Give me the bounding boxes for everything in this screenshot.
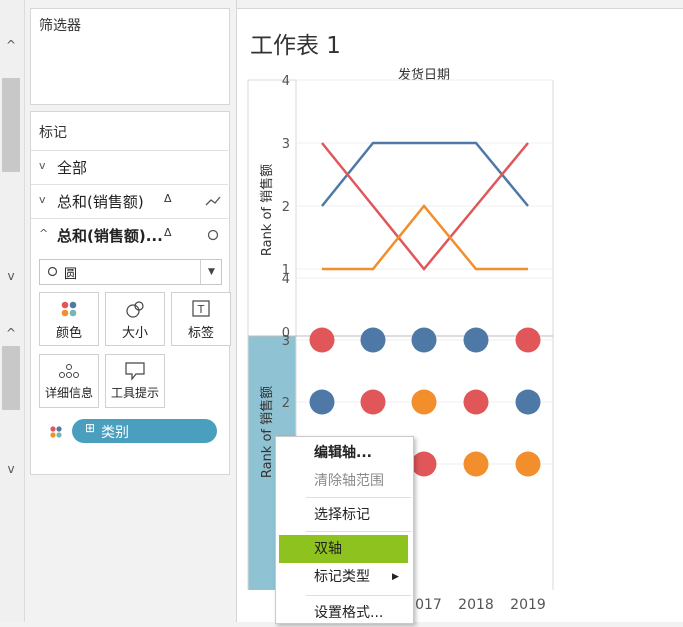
scroll-up-icon[interactable]: ^: [3, 37, 19, 53]
marks-title: 标记: [39, 125, 67, 141]
svg-text:T: T: [197, 303, 205, 316]
y-tick-top: 4: [282, 74, 290, 89]
sheet-title: 工作表 1: [250, 33, 341, 59]
scroll-thumb[interactable]: [2, 346, 20, 410]
scatter-point-blue[interactable]: [515, 389, 541, 415]
marks-row-label: 总和(销售额)...: [57, 227, 163, 245]
chevron-down-icon: v: [39, 193, 46, 206]
menu-separator: [306, 497, 411, 498]
top-strip: [237, 0, 683, 9]
tooltip-button[interactable]: 工具提示: [105, 354, 165, 408]
marks-sum-circle-row[interactable]: ^ 总和(销售额)... Δ: [31, 218, 228, 251]
label-button[interactable]: T 标签: [171, 292, 231, 346]
marks-row-label: 总和(销售额): [57, 193, 144, 211]
mark-type-label: 圆: [64, 267, 78, 282]
scatter-point-blue[interactable]: [463, 327, 489, 353]
menu-item-clear-axis-range[interactable]: 清除轴范围: [276, 467, 411, 495]
chevron-down-icon: v: [39, 159, 46, 172]
menu-item-select-marks[interactable]: 选择标记: [276, 501, 411, 529]
x-tick-year: 2019: [510, 597, 546, 613]
size-button[interactable]: 大小: [105, 292, 165, 346]
marks-card: 标记 v 全部 v 总和(销售额) Δ ^ 总和(销售额)... Δ 圆 ▼ 颜…: [30, 111, 231, 475]
circle-icon: [47, 266, 58, 277]
scatter-point-orange[interactable]: [411, 389, 437, 415]
scatter-point-blue[interactable]: [411, 327, 437, 353]
menu-separator: [306, 531, 411, 532]
scatter-point-red[interactable]: [309, 327, 335, 353]
plus-box-icon: ⊞: [85, 421, 96, 435]
circle-icon: [207, 229, 219, 241]
dropdown-arrow-icon: ▼: [200, 260, 222, 284]
menu-item-format[interactable]: 设置格式...: [276, 599, 411, 627]
category-pill[interactable]: ⊞ 类别: [72, 419, 217, 443]
filters-shelf[interactable]: 筛选器: [30, 8, 230, 105]
menu-item-edit-axis[interactable]: 编辑轴...: [276, 439, 411, 467]
scatter-point-red[interactable]: [515, 327, 541, 353]
filters-title: 筛选器: [39, 18, 81, 34]
y-tick-top: 2: [282, 200, 290, 215]
y-tick-bottom: 4: [282, 272, 290, 287]
marks-all-row[interactable]: v 全部: [31, 150, 228, 183]
chevron-up-icon: ^: [39, 227, 49, 240]
color-button-label: 颜色: [55, 326, 82, 341]
detail-button[interactable]: 详细信息: [39, 354, 99, 408]
delta-icon: Δ: [164, 192, 172, 205]
column-header: 发货日期: [398, 67, 450, 83]
line-chart-icon: [205, 196, 221, 206]
submenu-arrow-icon: ▶: [392, 572, 399, 582]
tooltip-icon: [125, 362, 145, 381]
scatter-point-red[interactable]: [360, 389, 386, 415]
shelf-area: 筛选器 标记 v 全部 v 总和(销售额) Δ ^ 总和(销售额)... Δ 圆: [25, 0, 235, 622]
y-axis-label-top: Rank of 销售额: [259, 164, 275, 256]
detail-dots-icon: [59, 364, 79, 378]
tooltip-button-label: 工具提示: [110, 386, 159, 400]
scatter-point-orange[interactable]: [515, 451, 541, 477]
color-button[interactable]: 颜色: [39, 292, 99, 346]
marks-row-label: 全部: [57, 159, 88, 177]
label-button-label: 标签: [187, 326, 214, 341]
line-series-blue[interactable]: [321, 141, 529, 207]
category-pill-label: 类别: [101, 425, 129, 441]
scatter-point-blue[interactable]: [309, 389, 335, 415]
color-legend-icon: [50, 426, 62, 438]
menu-item-mark-type[interactable]: 标记类型 ▶: [276, 563, 411, 591]
delta-icon: Δ: [164, 226, 172, 239]
marks-sum-line-row[interactable]: v 总和(销售额) Δ: [31, 184, 228, 217]
scroll-up-icon[interactable]: ^: [3, 325, 19, 341]
x-tick-year: 2018: [458, 597, 494, 613]
scatter-point-blue[interactable]: [360, 327, 386, 353]
scroll-down-icon[interactable]: v: [3, 461, 19, 477]
text-label-icon: T: [192, 300, 210, 317]
color-dots-icon: [61, 301, 77, 317]
y-tick-top: 3: [282, 137, 290, 152]
left-scrollbar-column: ^ v ^ v: [0, 0, 25, 622]
size-icon: [126, 301, 144, 318]
menu-item-dual-axis[interactable]: 双轴: [279, 535, 408, 563]
scatter-point-orange[interactable]: [463, 451, 489, 477]
menu-item-label: 标记类型: [314, 569, 370, 585]
scatter-point-red[interactable]: [463, 389, 489, 415]
scroll-down-icon[interactable]: v: [3, 268, 19, 284]
y-tick-bottom: 2: [282, 396, 290, 411]
y-tick-bottom: 3: [282, 334, 290, 349]
detail-button-label: 详细信息: [44, 386, 93, 400]
scroll-thumb[interactable]: [2, 78, 20, 172]
context-menu: 编辑轴... 清除轴范围 选择标记 双轴 标记类型 ▶ 设置格式...: [275, 436, 414, 624]
scatter-point-red[interactable]: [411, 451, 437, 477]
size-button-label: 大小: [121, 326, 148, 341]
line-series-orange[interactable]: [322, 204, 528, 271]
mark-type-dropdown[interactable]: 圆 ▼: [39, 259, 222, 285]
menu-separator: [306, 595, 411, 596]
y-axis-label-bottom: Rank of 销售额: [259, 386, 275, 478]
